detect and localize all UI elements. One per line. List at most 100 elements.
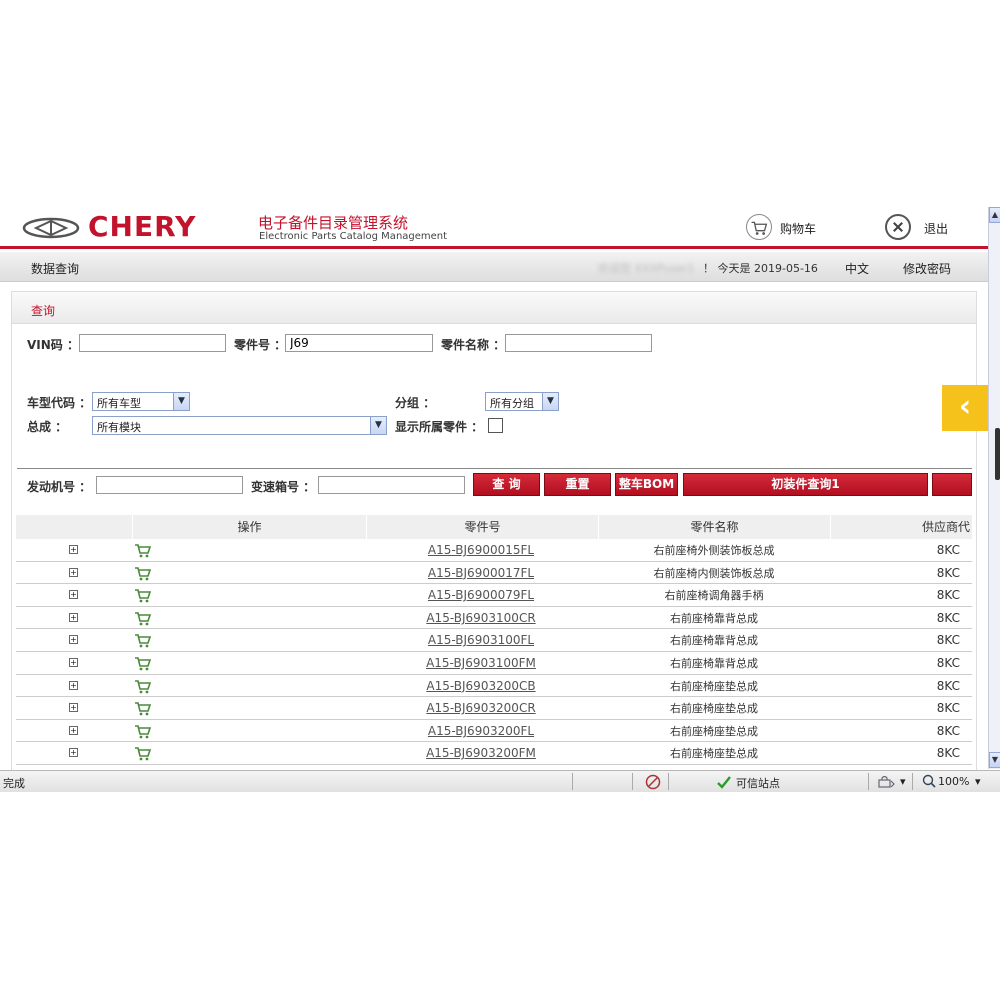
table-row: + A15-BJ6903100CR 右前座椅靠背总成 8KC — [16, 607, 972, 630]
close-icon[interactable] — [885, 214, 911, 240]
group-select[interactable]: 所有分组 ▼ — [485, 392, 559, 411]
search-button[interactable]: 查 询 — [473, 473, 540, 496]
expand-icon[interactable]: + — [69, 725, 78, 735]
assembly-select[interactable]: 所有模块 ▼ — [92, 416, 387, 435]
scroll-down-icon[interactable]: ▼ — [989, 752, 1000, 768]
add-to-cart-icon[interactable] — [134, 655, 152, 671]
expand-icon[interactable]: + — [69, 748, 78, 758]
table-row: + A15-BJ6903200FL 右前座椅座垫总成 8KC — [16, 720, 972, 743]
engine-number-label: 发动机号 ： — [27, 480, 92, 494]
expand-icon[interactable]: + — [69, 567, 78, 577]
column-header-action: 操作 — [132, 515, 366, 539]
add-to-cart-icon[interactable] — [134, 678, 152, 694]
engine-number-input[interactable] — [96, 476, 243, 494]
zoom-dropdown-icon[interactable]: ▾ — [975, 775, 981, 788]
supplier-code-cell: 8KC — [936, 746, 960, 761]
expand-icon[interactable]: + — [69, 703, 78, 713]
part-number-link[interactable]: A15-BJ6900015FL — [366, 543, 596, 557]
reset-button[interactable]: 重置 — [544, 473, 611, 496]
part-number-link[interactable]: A15-BJ6903100FL — [366, 633, 596, 647]
table-row: + A15-BJ6900079FL 右前座椅调角器手柄 8KC — [16, 584, 972, 607]
header-bar: CHERY 电子备件目录管理系统 Electronic Parts Catalo… — [0, 207, 988, 249]
add-to-cart-icon[interactable] — [134, 587, 152, 603]
expand-icon[interactable]: + — [69, 635, 78, 645]
supplier-code-cell: 8KC — [936, 543, 960, 557]
part-number-link[interactable]: A15-BJ6900017FL — [366, 566, 596, 580]
add-to-cart-icon[interactable] — [134, 542, 152, 558]
supplier-code-cell: 8KC — [936, 701, 960, 716]
part-name-input[interactable] — [505, 334, 652, 352]
part-number-link[interactable]: A15-BJ6903100CR — [366, 611, 596, 625]
part-name-cell: 右前座椅座垫总成 — [670, 679, 758, 693]
expand-icon[interactable]: + — [69, 612, 78, 622]
part-name-cell: 右前座椅座垫总成 — [670, 724, 758, 738]
change-password-link[interactable]: 修改密码 — [903, 260, 951, 277]
vertical-scrollbar[interactable]: ▲ ▼ — [988, 207, 1000, 769]
table-row: + A15-BJ6903200FM 右前座椅座垫总成 8KC — [16, 742, 972, 765]
chevron-down-icon[interactable]: ▼ — [370, 417, 386, 434]
part-number-link[interactable]: A15-BJ6903200CB — [366, 679, 596, 693]
section-divider — [17, 468, 972, 469]
group-label: 分组 ： — [395, 396, 436, 410]
chery-logo-emblem-icon — [22, 217, 80, 239]
part-number-link[interactable]: A15-BJ6903200CR — [366, 701, 596, 715]
nav-bar: 数据查询 欢迎您 XXXPuser1 ！ 今天是 2019-05-16 中文 修… — [0, 252, 988, 282]
add-to-cart-icon[interactable] — [134, 745, 152, 761]
add-to-cart-icon[interactable] — [134, 700, 152, 716]
expand-icon[interactable]: + — [69, 680, 78, 690]
supplier-code-cell: 8KC — [936, 633, 960, 648]
part-number-input[interactable] — [285, 334, 433, 352]
assembly-label: 总成 ： — [27, 420, 68, 434]
part-number-link[interactable]: A15-BJ6903200FL — [366, 724, 596, 738]
part-name-cell: 右前座椅内侧装饰板总成 — [653, 566, 775, 580]
table-header: 操作 零件号 零件名称 供应商代 — [16, 515, 972, 539]
part-number-link[interactable]: A15-BJ6900079FL — [366, 588, 596, 602]
shopping-cart-link[interactable]: 购物车 — [780, 220, 816, 237]
add-to-cart-icon[interactable] — [134, 723, 152, 739]
system-title-cn: 电子备件目录管理系统 — [258, 214, 409, 232]
security-warning-icon[interactable] — [645, 774, 661, 790]
dropdown-arrow-icon[interactable]: ▾ — [900, 775, 906, 788]
model-code-select[interactable]: 所有车型 ▼ — [92, 392, 190, 411]
part-name-cell: 右前座椅靠背总成 — [670, 611, 758, 625]
scroll-up-icon[interactable]: ▲ — [989, 207, 1000, 223]
nav-data-query[interactable]: 数据查询 — [31, 260, 79, 277]
language-link[interactable]: 中文 — [845, 260, 869, 277]
browser-status-bar: 完成 可信站点 ▾ 100% ▾ — [0, 770, 1000, 792]
supplier-code-cell: 8KC — [936, 723, 960, 738]
expand-icon[interactable]: + — [69, 590, 78, 600]
initial-parts-query-button[interactable]: 初装件查询1 — [683, 473, 928, 496]
supplier-code-cell: 8KC — [936, 610, 960, 625]
show-parts-checkbox[interactable] — [488, 418, 503, 433]
vehicle-bom-button[interactable]: 整车BOM — [615, 473, 678, 496]
chevron-down-icon[interactable]: ▼ — [542, 393, 558, 410]
part-number-link[interactable]: A15-BJ6903100FM — [366, 656, 596, 670]
add-to-cart-icon[interactable] — [134, 632, 152, 648]
table-row: + A15-BJ6903100FM 右前座椅靠背总成 8KC — [16, 652, 972, 675]
shopping-cart-icon[interactable] — [746, 214, 772, 240]
side-panel-toggle[interactable]: ‹ — [942, 385, 988, 431]
zoom-icon[interactable] — [922, 774, 936, 788]
user-greeting: 欢迎您 XXXPuser1 — [598, 262, 695, 275]
part-number-label: 零件号 ： — [234, 338, 287, 352]
add-to-cart-icon[interactable] — [134, 610, 152, 626]
chevron-down-icon[interactable]: ▼ — [173, 393, 189, 410]
extra-button[interactable] — [932, 473, 972, 496]
model-code-value: 所有车型 — [97, 397, 141, 410]
status-separator — [868, 773, 869, 790]
model-code-label: 车型代码 ： — [27, 396, 92, 410]
add-to-cart-icon[interactable] — [134, 565, 152, 581]
gearbox-number-input[interactable] — [318, 476, 465, 494]
protected-mode-icon[interactable] — [878, 775, 896, 789]
status-separator — [912, 773, 913, 790]
zoom-level[interactable]: 100% — [938, 775, 969, 788]
logout-link[interactable]: 退出 — [924, 220, 948, 237]
supplier-code-cell: 8KC — [936, 588, 960, 603]
part-name-cell: 右前座椅调角器手柄 — [664, 589, 764, 603]
part-name-cell: 右前座椅座垫总成 — [670, 747, 758, 761]
part-number-link[interactable]: A15-BJ6903200FM — [366, 746, 596, 760]
expand-icon[interactable]: + — [69, 658, 78, 667]
expand-icon[interactable]: + — [69, 545, 78, 554]
vin-label: VIN码 ： — [27, 338, 79, 352]
vin-input[interactable] — [79, 334, 226, 352]
